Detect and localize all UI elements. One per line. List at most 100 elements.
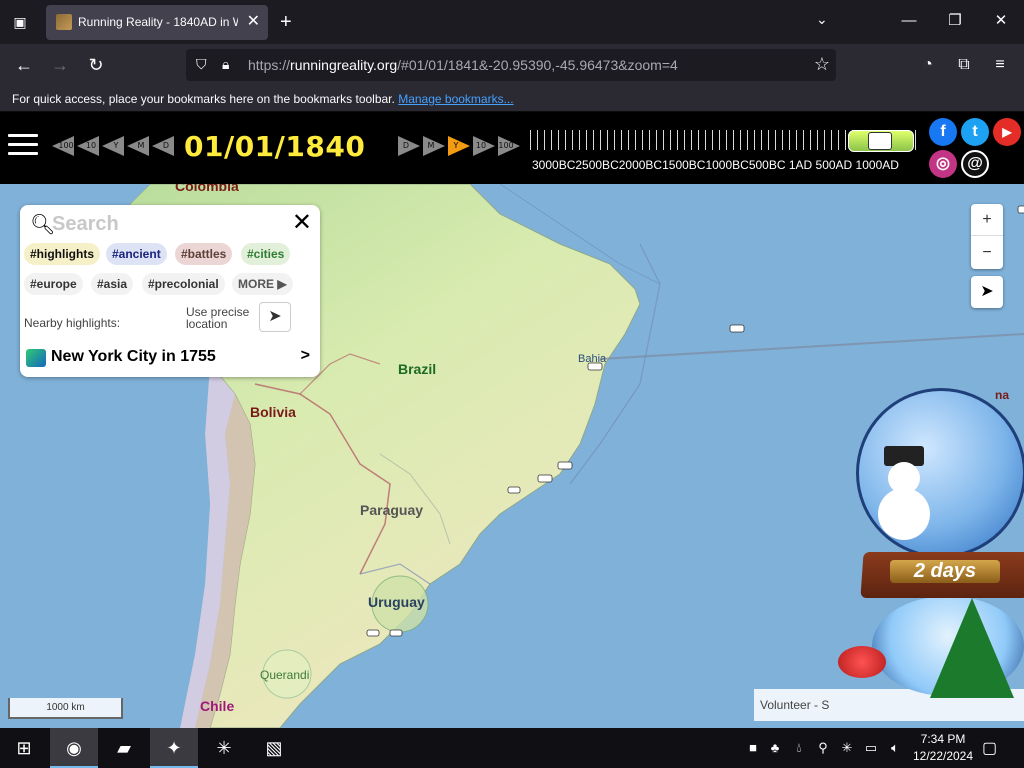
step-back-10-button[interactable]: 10 — [77, 136, 99, 156]
minimize-icon[interactable]: — — [894, 8, 924, 34]
search-input[interactable] — [52, 210, 272, 238]
snowman-body — [878, 488, 930, 540]
close-window-icon[interactable]: ✕ — [986, 8, 1016, 34]
christmas-countdown[interactable]: 2 days — [890, 560, 1000, 583]
youtube-icon[interactable]: ▶ — [993, 118, 1021, 146]
more-chips-button[interactable]: MORE ▶ — [232, 273, 293, 295]
browser-tab[interactable]: Running Reality - 1840AD in Wo ✕ — [46, 5, 268, 40]
twitter-icon[interactable]: t — [961, 118, 989, 146]
hamburger-menu-icon[interactable] — [8, 134, 38, 158]
extensions-icon[interactable]: ⧉ — [950, 52, 978, 78]
new-tab-icon[interactable]: + — [280, 10, 292, 34]
browser-nav-bar: ← → ↻ ⛉ 🔒︎ https://runningreality.org/#0… — [0, 44, 1024, 86]
account-icon[interactable]: ◔ — [914, 52, 942, 78]
precise-location-button[interactable]: ➤ — [259, 302, 291, 332]
manage-bookmarks-link[interactable]: Manage bookmarks... — [398, 92, 513, 106]
tray-app-icon[interactable]: ♣ — [766, 739, 784, 757]
clock-time[interactable]: 7:34 PM — [912, 732, 974, 746]
menu-icon[interactable]: ≡ — [986, 52, 1014, 78]
chip-highlights[interactable]: #highlights — [24, 243, 100, 265]
chevron-right-icon[interactable]: > — [301, 347, 310, 365]
bookmark-star-icon[interactable]: ☆ — [814, 54, 830, 75]
tray-search-icon[interactable]: ⚲ — [814, 739, 832, 757]
tray-drop-icon[interactable]: 💧︎ — [790, 739, 808, 757]
sparkle-app-icon[interactable]: ✳ — [200, 728, 248, 768]
clock-date[interactable]: 12/22/2024 — [912, 749, 974, 763]
nearby-highlights-label: Nearby highlights: — [24, 316, 121, 330]
bookmarks-message: For quick access, place your bookmarks h… — [12, 92, 514, 106]
timeline-labels: 3000BC2500BC2000BC1500BC1000BC500BC 1AD … — [532, 158, 899, 172]
site-header: 100 10 Y M D 01/01/1840 D M Y 10 100 300… — [0, 112, 1024, 184]
chip-battles[interactable]: #battles — [175, 243, 233, 265]
step-forward-10-button[interactable]: 10 — [473, 136, 495, 156]
map-label-bolivia[interactable]: Bolivia — [250, 404, 296, 420]
facebook-icon[interactable]: f — [929, 118, 957, 146]
highlight-item[interactable]: New York City in 1755 > — [26, 347, 312, 369]
step-back-month-button[interactable]: M — [127, 136, 149, 156]
network-icon[interactable]: ▭ — [862, 739, 880, 757]
firefox-icon[interactable]: ◉ — [50, 728, 98, 768]
tab-favicon-icon — [56, 14, 72, 30]
forward-icon[interactable]: → — [46, 52, 74, 78]
timeline-handle-grip[interactable] — [868, 132, 892, 150]
navigation-arrow-icon: ➤ — [980, 283, 994, 300]
map-label-bahia[interactable]: Bahia — [578, 353, 606, 365]
windows-start-icon[interactable]: ⊞ — [0, 728, 48, 768]
zoom-out-button[interactable]: − — [971, 237, 1003, 269]
snow-globe-image[interactable] — [856, 388, 1024, 558]
highlight-title[interactable]: New York City in 1755 — [51, 348, 216, 366]
map-label-querandi[interactable]: Querandi — [260, 668, 309, 682]
step-back-year-button[interactable]: Y — [102, 136, 124, 156]
chip-ancient[interactable]: #ancient — [106, 243, 167, 265]
map-label-brazil[interactable]: Brazil — [398, 361, 436, 377]
instagram-icon[interactable]: ◎ — [929, 150, 957, 178]
chip-europe[interactable]: #europe — [24, 273, 83, 295]
back-icon[interactable]: ← — [10, 52, 38, 78]
chip-cities[interactable]: #cities — [241, 243, 291, 265]
globe-icon — [26, 349, 46, 367]
step-back-100-button[interactable]: 100 — [52, 136, 74, 156]
tab-list-icon[interactable]: ▣ — [8, 10, 32, 34]
bookmarks-toolbar: For quick access, place your bookmarks h… — [0, 86, 1024, 112]
map-label-colombia[interactable]: Colombia — [175, 184, 239, 194]
location-arrow-icon: ➤ — [268, 308, 282, 325]
step-forward-month-button[interactable]: M — [423, 136, 445, 156]
close-tab-icon[interactable]: ✕ — [247, 11, 260, 31]
christmas-tree-icon — [930, 598, 1014, 698]
map-label-partial[interactable]: na — [995, 388, 1009, 402]
file-explorer-icon[interactable]: ▰ — [100, 728, 148, 768]
threads-icon[interactable]: @ — [961, 150, 989, 178]
app-icon[interactable]: ✦ — [150, 728, 198, 768]
volume-icon[interactable]: 🔈︎ — [886, 739, 904, 757]
ornament-decoration — [838, 646, 886, 678]
search-panel: 🔍︎ ✕ #highlights #ancient #battles #citi… — [20, 205, 320, 377]
current-date[interactable]: 01/01/1840 — [184, 130, 365, 163]
restore-icon[interactable]: ❐ — [940, 8, 970, 34]
map-label-uruguay[interactable]: Uruguay — [368, 594, 425, 610]
url-bar[interactable]: ⛉ 🔒︎ https://runningreality.org/#01/01/1… — [186, 49, 836, 81]
step-back-day-button[interactable]: D — [152, 136, 174, 156]
map-label-chile[interactable]: Chile — [200, 698, 234, 714]
step-forward-day-button[interactable]: D — [398, 136, 420, 156]
chevron-down-icon[interactable]: ⌄ — [816, 11, 828, 28]
tray-sparkle-icon[interactable]: ✳ — [838, 739, 856, 757]
close-icon[interactable]: ✕ — [292, 209, 312, 237]
locate-me-button[interactable]: ➤ — [971, 276, 1003, 308]
shield-icon[interactable]: ⛉ — [196, 56, 207, 73]
reload-icon[interactable]: ↻ — [82, 52, 110, 78]
notification-icon[interactable]: ▢ — [982, 738, 997, 758]
photo-app-icon[interactable]: ▧ — [250, 728, 298, 768]
step-forward-year-button[interactable]: Y — [448, 136, 470, 156]
step-forward-100-button[interactable]: 100 — [498, 136, 520, 156]
scale-bar: 1000 km — [8, 698, 123, 719]
zoom-control: + − — [971, 204, 1003, 269]
url-text[interactable]: https://runningreality.org/#01/01/1841&-… — [248, 57, 678, 73]
tray-square-icon[interactable]: ■ — [744, 739, 762, 757]
chip-precolonial[interactable]: #precolonial — [142, 273, 225, 295]
map-label-paraguay[interactable]: Paraguay — [360, 502, 423, 518]
precise-location-label: Use precise location — [186, 305, 250, 331]
chip-asia[interactable]: #asia — [91, 273, 134, 295]
lock-icon[interactable]: 🔒︎ — [222, 56, 229, 73]
tab-title: Running Reality - 1840AD in Wo — [78, 15, 238, 29]
zoom-in-button[interactable]: + — [971, 204, 1003, 236]
